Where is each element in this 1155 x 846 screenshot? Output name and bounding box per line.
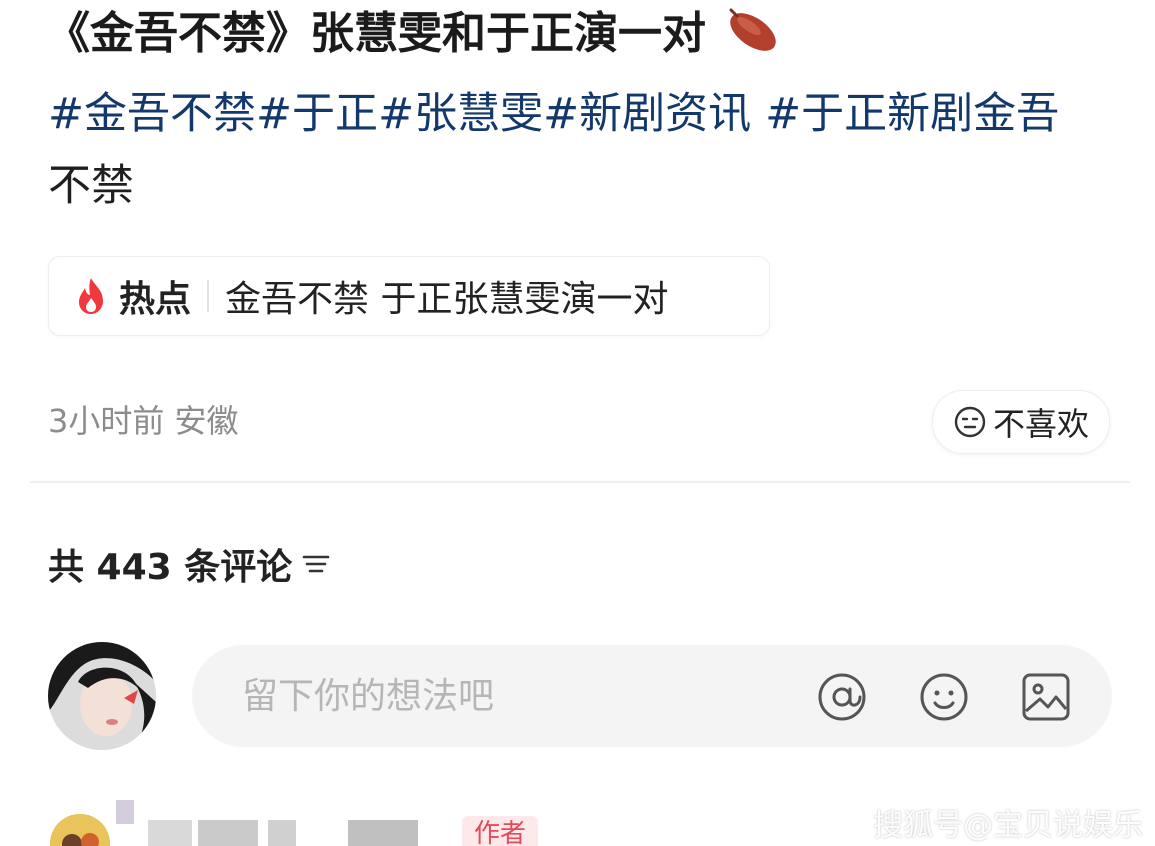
tag-yuzheng-new-drama[interactable]: #于正新剧金吾 (765, 89, 1059, 139)
at-icon[interactable] (814, 669, 870, 725)
tag-new-drama-news[interactable]: #新剧资讯 (543, 89, 751, 139)
dislike-button[interactable]: 不喜欢 (932, 390, 1110, 454)
tag-continuation[interactable]: 不禁 (48, 161, 134, 211)
post-meta: 3小时前 安徽 (48, 402, 239, 440)
dislike-label: 不喜欢 (992, 405, 1089, 443)
blurred-name (116, 800, 134, 824)
user-avatar[interactable] (48, 642, 156, 750)
tag-yuzheng[interactable]: #于正 (256, 89, 378, 139)
blurred-name (148, 820, 192, 846)
sort-filter-icon[interactable] (300, 549, 332, 579)
image-icon[interactable] (1018, 669, 1074, 725)
tag-zhanghuiwen[interactable]: #张慧雯 (378, 89, 543, 139)
comment-input-box[interactable] (192, 645, 1112, 747)
blurred-name (198, 820, 258, 846)
commenter-avatar-art (50, 814, 110, 846)
emoji-icon[interactable] (916, 669, 972, 725)
tag-jinwubujin[interactable]: #金吾不禁 (48, 89, 256, 139)
fire-icon (79, 278, 103, 314)
hot-topic-pill[interactable]: 热点 金吾不禁 于正张慧雯演一对 (48, 256, 770, 336)
author-badge: 作者 (462, 816, 538, 846)
comment-input[interactable] (240, 665, 764, 727)
neutral-face-icon (954, 406, 986, 438)
topic-tags: #金吾不禁#于正#张慧雯#新剧资讯 #于正新剧金吾不禁 (48, 78, 1118, 222)
hot-divider (207, 280, 210, 312)
post-title: 《金吾不禁》张慧雯和于正演一对 (46, 2, 1116, 64)
hot-topic-text: 金吾不禁 于正张慧雯演一对 (225, 279, 669, 320)
comment-count-text: 共 443 条评论 (48, 547, 293, 588)
section-divider (30, 481, 1130, 483)
blurred-name (348, 820, 418, 846)
watermark-text: 搜狐号@宝贝说娱乐 (873, 808, 1143, 843)
avatar-photo (48, 642, 156, 750)
first-comment-row[interactable]: 作者 (48, 800, 548, 846)
sweet-potato-icon (729, 8, 777, 51)
comment-count: 共 443 条评论 (48, 538, 332, 590)
hot-label: 热点 (119, 279, 192, 320)
blurred-name (268, 820, 296, 846)
post-title-text: 《金吾不禁》张慧雯和于正演一对 (46, 8, 706, 59)
commenter-avatar[interactable] (50, 814, 110, 846)
